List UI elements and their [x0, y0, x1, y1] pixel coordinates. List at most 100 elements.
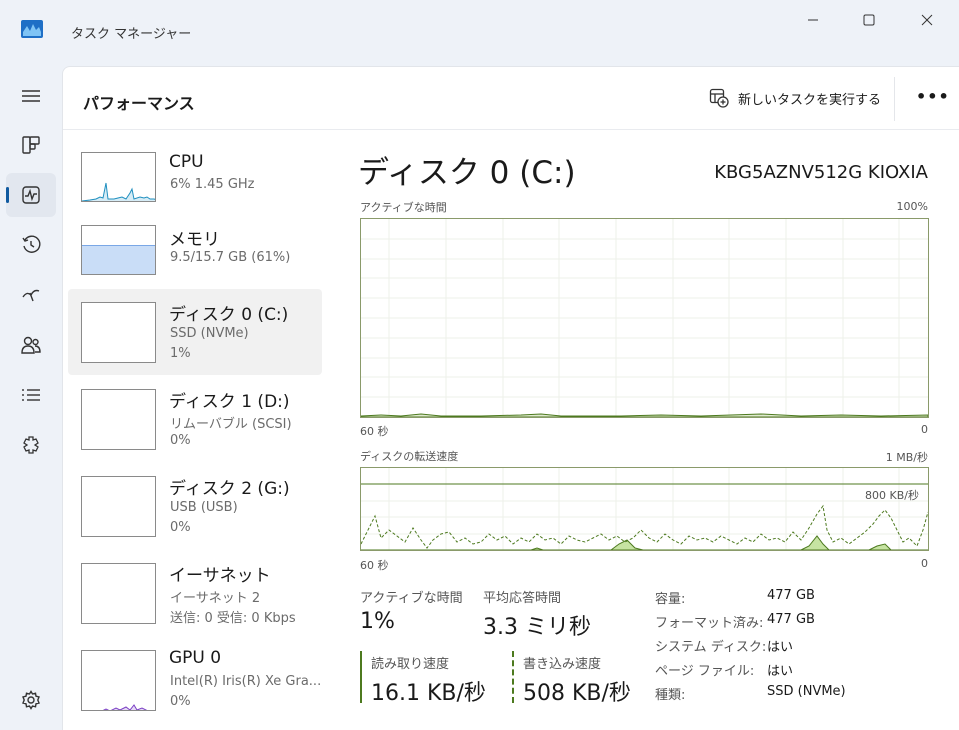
active-time-graph — [360, 218, 929, 418]
transfer-rate-graph-plot — [360, 468, 929, 551]
transfer-graph-max: 1 MB/秒 — [885, 451, 928, 464]
header-divider — [894, 77, 895, 121]
header-separator — [63, 129, 959, 130]
sidebar-item-subtitle: 9.5/15.7 GB (61%) — [170, 250, 291, 265]
active-time-x-left: 60 秒 — [360, 425, 389, 438]
property-value: SSD (NVMe) — [767, 684, 846, 699]
hamburger-menu-button[interactable] — [6, 74, 56, 118]
property-label: 種類: — [655, 688, 686, 703]
property-label: 容量: — [655, 592, 686, 607]
property-value: はい — [767, 640, 794, 655]
sidebar-item-title: ディスク 0 (C:) — [169, 305, 289, 325]
run-new-task-label: 新しいタスクを実行する — [738, 92, 882, 108]
write-speed-value: 508 KB/秒 — [523, 681, 631, 706]
sidebar-item-disk-0[interactable]: ディスク 0 (C:) SSD (NVMe) 1% — [68, 289, 322, 375]
sidebar-item-subtitle: リムーバブル (SCSI) — [170, 417, 292, 432]
startup-apps-icon — [22, 289, 40, 302]
transfer-graph-line-label: 800 KB/秒 — [865, 489, 919, 502]
maximize-button[interactable] — [857, 8, 881, 32]
settings-icon — [22, 690, 40, 710]
run-new-task-button[interactable]: 新しいタスクを実行する — [709, 87, 881, 109]
app-history-icon — [22, 235, 41, 253]
transfer-x-left: 60 秒 — [360, 559, 389, 572]
processes-icon — [22, 136, 40, 154]
cpu-thumbnail-graph — [81, 152, 156, 202]
write-speed-indicator — [512, 651, 514, 703]
sidebar-item-subtitle: SSD (NVMe) — [170, 326, 249, 341]
response-time-stat-label: 平均応答時間 — [483, 591, 562, 606]
sidebar-item-subtitle: イーサネット 2 — [170, 591, 261, 606]
ethernet-thumbnail-graph — [81, 563, 156, 624]
disk-model: KBG5AZNV512G KIOXIA — [714, 162, 928, 183]
active-time-x-right: 0 — [921, 423, 928, 436]
content-area: パフォーマンス 新しいタスクを実行する ••• CPU 6% 1.45 GHz … — [62, 66, 959, 730]
nav-users[interactable] — [6, 323, 56, 367]
response-time-stat-value: 3.3 ミリ秒 — [483, 615, 591, 640]
sidebar-item-usage: 0% — [170, 520, 191, 535]
minimize-button[interactable] — [801, 8, 825, 32]
property-label: フォーマット済み: — [655, 616, 764, 631]
read-speed-label: 読み取り速度 — [371, 657, 450, 672]
sidebar-item-title: GPU 0 — [169, 648, 222, 668]
property-label: システム ディスク: — [655, 640, 767, 655]
page-title: パフォーマンス — [83, 94, 195, 113]
minimize-icon — [808, 19, 818, 21]
write-speed-label: 書き込み速度 — [523, 657, 602, 672]
sidebar-item-subtitle: 6% 1.45 GHz — [170, 177, 255, 192]
sidebar-item-ethernet[interactable]: イーサネット イーサネット 2 送信: 0 受信: 0 Kbps — [68, 551, 322, 637]
hamburger-menu-icon — [22, 90, 40, 102]
nav-app-history[interactable] — [6, 223, 56, 267]
disk-2-thumbnail-graph — [81, 476, 156, 537]
maximize-icon — [863, 14, 875, 26]
users-icon — [21, 336, 41, 354]
services-icon — [23, 436, 39, 454]
sidebar-item-disk-1[interactable]: ディスク 1 (D:) リムーバブル (SCSI) 0% — [68, 377, 322, 463]
transfer-graph-label: ディスクの転送速度 — [360, 450, 459, 463]
transfer-rate-graph: 800 KB/秒 — [360, 467, 929, 551]
active-time-graph-plot — [360, 219, 929, 418]
disk-0-thumbnail-graph — [81, 302, 156, 363]
navigation-pane — [0, 64, 62, 730]
nav-processes[interactable] — [6, 123, 56, 167]
property-value: 477 GB — [767, 588, 815, 603]
read-speed-indicator — [360, 651, 362, 703]
nav-performance[interactable] — [6, 173, 56, 217]
nav-startup-apps[interactable] — [6, 273, 56, 317]
active-time-graph-label: アクティブな時間 — [360, 201, 447, 214]
active-time-graph-max: 100% — [896, 200, 928, 213]
transfer-x-right: 0 — [921, 557, 928, 570]
gpu-thumbnail-graph — [81, 650, 156, 711]
close-button[interactable] — [915, 8, 939, 32]
property-value: はい — [767, 664, 794, 679]
nav-services[interactable] — [6, 423, 56, 467]
title-bar: タスク マネージャー — [0, 0, 959, 64]
sidebar-item-title: メモリ — [169, 230, 220, 250]
sidebar-item-title: イーサネット — [169, 566, 271, 586]
read-speed-value: 16.1 KB/秒 — [371, 681, 486, 706]
nav-settings[interactable] — [6, 678, 56, 722]
sidebar-item-disk-2[interactable]: ディスク 2 (G:) USB (USB) 0% — [68, 464, 322, 550]
close-icon — [921, 14, 933, 26]
sidebar-item-usage: 0% — [170, 433, 191, 448]
memory-thumbnail-graph — [81, 225, 156, 275]
property-value: 477 GB — [767, 612, 815, 627]
disk-title: ディスク 0 (C:) — [358, 155, 576, 191]
sidebar-item-usage: 0% — [170, 694, 191, 709]
disk-1-thumbnail-graph — [81, 389, 156, 450]
sidebar-item-title: ディスク 1 (D:) — [169, 392, 290, 412]
nav-details[interactable] — [6, 373, 56, 417]
window-title: タスク マネージャー — [71, 27, 192, 42]
active-time-stat-value: 1% — [360, 609, 395, 634]
performance-icon — [22, 186, 40, 204]
more-options-button[interactable]: ••• — [916, 87, 949, 109]
sidebar-item-usage: 送信: 0 受信: 0 Kbps — [170, 611, 296, 626]
sidebar-item-title: CPU — [169, 152, 204, 172]
sidebar-item-subtitle: Intel(R) Iris(R) Xe Gra... — [170, 674, 322, 689]
new-task-icon — [709, 88, 729, 108]
sidebar-item-usage: 1% — [170, 346, 191, 361]
sidebar-item-gpu-0[interactable]: GPU 0 Intel(R) Iris(R) Xe Gra... 0% — [68, 638, 322, 724]
sidebar-item-title: ディスク 2 (G:) — [169, 479, 290, 499]
details-icon — [22, 389, 40, 401]
property-label: ページ ファイル: — [655, 664, 755, 679]
active-time-stat-label: アクティブな時間 — [360, 591, 463, 606]
